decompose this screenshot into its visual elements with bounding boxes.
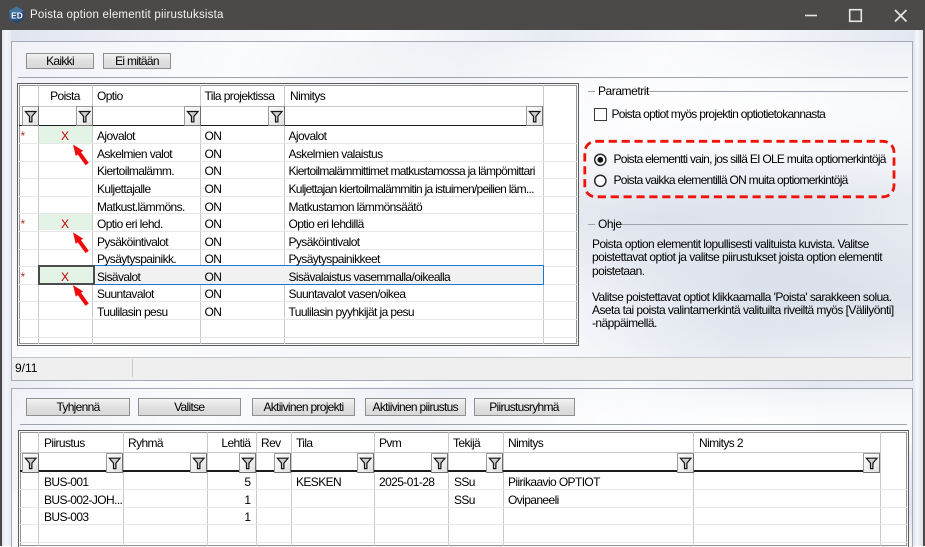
svg-text:ED: ED	[11, 11, 23, 21]
